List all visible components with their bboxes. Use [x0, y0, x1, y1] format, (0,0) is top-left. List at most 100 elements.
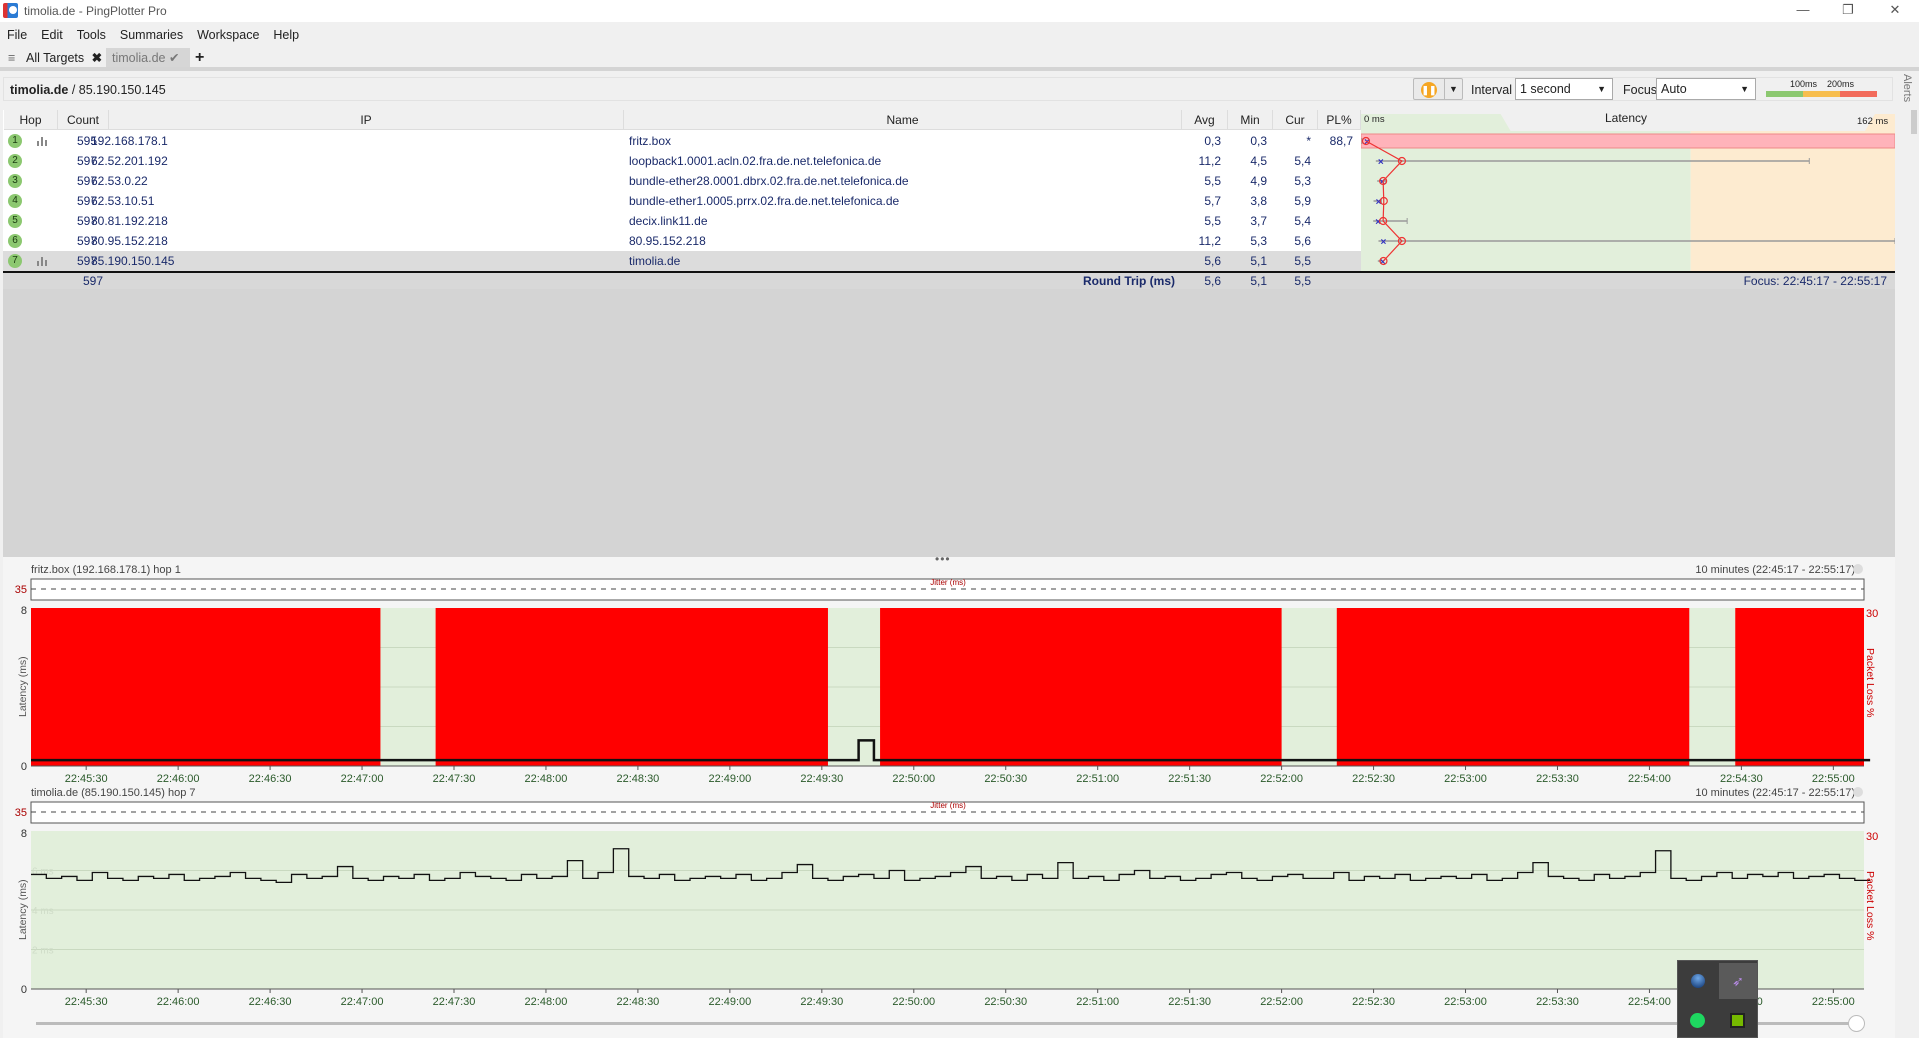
chevron-down-icon — [1853, 564, 1863, 574]
hop-pl — [1313, 191, 1353, 211]
x-tick-label: 22:51:00 — [1076, 996, 1119, 1008]
x-tick-label: 22:51:30 — [1168, 996, 1211, 1008]
interval-select[interactable]: 1 second ▼ — [1515, 78, 1613, 100]
col-hop[interactable]: Hop — [4, 110, 58, 130]
hop-badge: 6 — [8, 234, 22, 248]
col-count[interactable]: Count — [58, 110, 109, 130]
table-row[interactable]: 2 597 62.52.201.192 loopback1.0001.acln.0… — [3, 151, 1361, 171]
x-tick-label: 22:50:30 — [984, 773, 1027, 785]
minimize-button[interactable]: — — [1781, 0, 1825, 22]
jitter-label: Jitter (ms) — [930, 578, 966, 587]
latency-max-label: 162 ms — [1857, 116, 1889, 127]
x-tick-label: 22:52:30 — [1352, 773, 1395, 785]
hop-avg: 5,6 — [1204, 254, 1221, 268]
x-tick-label: 22:52:30 — [1352, 996, 1395, 1008]
packet-loss-block — [31, 608, 381, 766]
time-scrollbar[interactable] — [36, 1022, 1856, 1025]
legend-100ms: 100ms — [1790, 79, 1818, 89]
col-name[interactable]: Name — [624, 110, 1182, 130]
hop-min: 4,9 — [1250, 174, 1267, 188]
hop-badge: 1 — [8, 134, 22, 148]
table-row[interactable]: 5 597 80.81.192.218 decix.link11.de 5,5 3… — [3, 211, 1361, 231]
x-tick-label: 22:47:00 — [341, 773, 384, 785]
y2-axis-label: Packet Loss % — [1864, 648, 1876, 717]
x-tick-label: 22:48:30 — [616, 996, 659, 1008]
hop-name: fritz.box — [629, 134, 672, 148]
menu-workspace[interactable]: Workspace — [190, 25, 266, 45]
x-tick-label: 22:51:00 — [1076, 773, 1119, 785]
y-max-label: 8 — [21, 828, 27, 840]
hop-cur: 5,6 — [1294, 234, 1311, 248]
x-tick-label: 22:48:00 — [525, 996, 568, 1008]
chart-range: 10 minutes (22:45:17 - 22:55:17) — [1695, 787, 1855, 799]
graph-icon[interactable] — [36, 136, 48, 146]
x-tick-label: 22:50:30 — [984, 996, 1027, 1008]
hop-pl — [1313, 171, 1353, 191]
col-cur[interactable]: Cur — [1273, 110, 1318, 130]
graph-icon[interactable] — [36, 256, 48, 266]
close-button[interactable]: ✕ — [1873, 0, 1917, 22]
x-tick-label: 22:49:00 — [708, 773, 751, 785]
col-avg[interactable]: Avg — [1182, 110, 1228, 130]
menu-help[interactable]: Help — [266, 25, 306, 45]
x-tick-label: 22:49:00 — [708, 996, 751, 1008]
pause-button[interactable]: ❚❚ ▼ — [1413, 78, 1463, 100]
close-tab-icon[interactable]: ✖ — [92, 51, 102, 65]
menu-edit[interactable]: Edit — [34, 25, 70, 45]
menu-tools[interactable]: Tools — [70, 25, 113, 45]
hop-cur: 5,3 — [1294, 174, 1311, 188]
menu-summaries[interactable]: Summaries — [113, 25, 190, 45]
summary-avg: 5,6 — [1204, 274, 1221, 288]
add-tab-button[interactable]: + — [195, 48, 204, 68]
y-max-label: 8 — [21, 605, 27, 617]
feather-icon[interactable]: ➶ — [1719, 963, 1757, 999]
table-row[interactable]: 7 597 85.190.150.145 timolia.de 5,6 5,1 5… — [3, 251, 1361, 271]
y-axis-label: Latency (ms) — [17, 879, 29, 940]
hop-pl — [1313, 211, 1353, 231]
tab-label: All Targets — [26, 51, 85, 65]
hamburger-icon[interactable]: ≡ — [8, 48, 15, 68]
hop-ip: 80.95.152.218 — [91, 234, 168, 248]
hop-pl — [1313, 231, 1353, 251]
grid-label: 2 ms — [32, 946, 54, 957]
tab-all-targets[interactable]: All Targets ✖ — [26, 48, 102, 68]
x-tick-label: 22:53:30 — [1536, 773, 1579, 785]
latency-warn-zone — [1690, 131, 1895, 271]
x-tick-label: 22:47:00 — [341, 996, 384, 1008]
scrollbar[interactable] — [1911, 110, 1917, 134]
app-tray-icon[interactable] — [1691, 974, 1705, 988]
tab-bar: ≡ All Targets ✖ timolia.de ✔ + — [0, 48, 1919, 68]
tab-timolia[interactable]: timolia.de ✔ — [106, 48, 190, 68]
latency-legend: 100ms 200ms — [1766, 78, 1886, 100]
table-row[interactable]: 4 597 62.53.10.51 bundle-ether1.0005.prrx… — [3, 191, 1361, 211]
col-ip[interactable]: IP — [109, 110, 624, 130]
table-row[interactable]: 6 597 80.95.152.218 80.95.152.218 11,2 5,… — [3, 231, 1361, 251]
col-latency[interactable]: Latency — [1605, 111, 1647, 125]
grid-label: 4 ms — [32, 906, 54, 917]
hop-cur: 5,9 — [1294, 194, 1311, 208]
hop-name: timolia.de — [629, 254, 681, 268]
x-tick-label: 22:46:30 — [249, 996, 292, 1008]
chevron-down-icon — [1853, 787, 1863, 797]
focus-select[interactable]: Auto ▼ — [1656, 78, 1756, 100]
x-tick-label: 22:53:30 — [1536, 996, 1579, 1008]
hop-min: 5,3 — [1250, 234, 1267, 248]
timeline-charts: fritz.box (192.168.178.1) hop 1 10 minute… — [15, 564, 1878, 1008]
col-pl[interactable]: PL% — [1318, 110, 1361, 130]
x-tick-label: 22:50:00 — [892, 996, 935, 1008]
scrollbar-thumb[interactable] — [1848, 1015, 1865, 1032]
hop-cur: 5,4 — [1294, 154, 1311, 168]
menu-file[interactable]: File — [0, 25, 34, 45]
table-row[interactable]: 3 597 62.53.0.22 bundle-ether28.0001.dbrx… — [3, 171, 1361, 191]
spotify-icon[interactable] — [1690, 1013, 1705, 1028]
hop-name: decix.link11.de — [629, 214, 708, 228]
packet-loss-block — [880, 608, 1282, 766]
table-row[interactable]: 1 595 192.168.178.1 fritz.box 0,3 0,3 * 8… — [3, 131, 1361, 151]
hop-avg: 0,3 — [1204, 134, 1221, 148]
x-tick-label: 22:55:00 — [1812, 996, 1855, 1008]
chevron-down-icon[interactable]: ▼ — [1444, 79, 1462, 99]
y2-max-label: 30 — [1866, 608, 1878, 620]
restore-button[interactable]: ❐ — [1826, 0, 1870, 22]
col-min[interactable]: Min — [1228, 110, 1273, 130]
nvidia-icon[interactable] — [1730, 1013, 1745, 1028]
